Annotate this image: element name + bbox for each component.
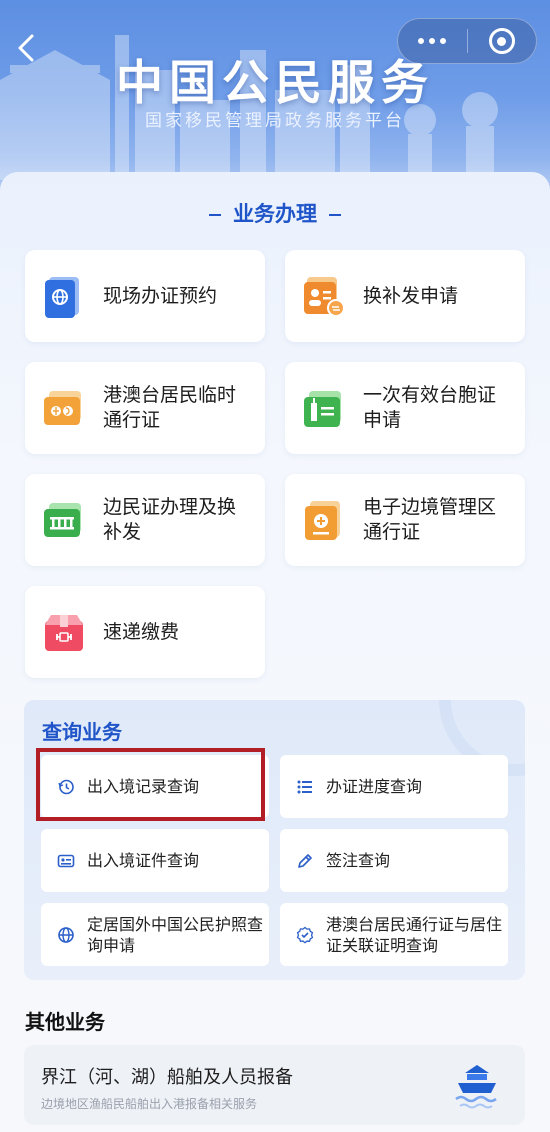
service-label: 现场办证预约: [103, 284, 218, 307]
progress-list-icon: [297, 780, 312, 793]
service-hmt-temporary-permit[interactable]: 港澳台居民临时通行证: [25, 362, 265, 454]
query-label: 定居国外中国公民护照查询申请: [87, 914, 264, 955]
app-subtitle: 国家移民管理局政务服务平台: [145, 111, 405, 131]
service-label: 一次有效台胞证申请: [363, 384, 497, 431]
query-entry-exit-records[interactable]: 出入境记录查询: [41, 755, 269, 818]
package-payment-icon: [45, 615, 83, 651]
verified-badge-icon: [296, 926, 314, 944]
query-overseas-passport[interactable]: 定居国外中国公民护照查询申请: [41, 903, 269, 966]
business-section-label: 业务办理: [233, 202, 317, 226]
query-label: 出入境证件查询: [87, 851, 200, 870]
service-border-resident-card[interactable]: 边民证办理及换补发: [25, 474, 265, 566]
query-endorsement[interactable]: 签注查询: [280, 829, 508, 892]
service-label: 港澳台居民临时通行证: [103, 384, 237, 431]
travel-permit-icon: [44, 391, 81, 425]
id-document-icon: [57, 854, 75, 867]
other-section-title: 其他业务: [25, 1010, 105, 1034]
taiwan-permit-icon: [304, 391, 341, 427]
service-onsite-appointment[interactable]: 现场办证预约: [25, 250, 265, 342]
main-card: 业务办理 现场办证预约 换补发申请 港澳台居民临时通行证 一次有效台胞证申请 边…: [0, 172, 550, 1132]
globe-icon: [58, 926, 74, 943]
ship-icon: [455, 1065, 497, 1109]
query-entry-exit-documents[interactable]: 出入境证件查询: [41, 829, 269, 892]
id-card-exchange-icon: [304, 277, 345, 317]
query-section: 查询业务 出入境记录查询 办证进度查询 出入境证件查询 签注查询 定居国外中国公…: [24, 700, 525, 980]
service-label: 边民证办理及换补发: [103, 496, 237, 543]
other-service-name: 界江（河、湖）船舶及人员报备: [41, 1067, 293, 1088]
border-pass-icon: [305, 501, 340, 540]
app-title: 中国公民服务: [116, 56, 434, 111]
service-label: 速递缴费: [103, 620, 180, 643]
service-express-payment[interactable]: 速递缴费: [25, 586, 265, 678]
service-taiwan-compatriot-permit[interactable]: 一次有效台胞证申请: [285, 362, 525, 454]
query-label: 出入境记录查询: [87, 777, 200, 796]
query-label: 办证进度查询: [326, 777, 423, 796]
title-dash-right: [329, 214, 341, 216]
border-resident-card-icon: [44, 503, 81, 537]
other-service-desc: 边境地区渔船民船舶出入港报备相关服务: [41, 1097, 258, 1111]
query-section-title: 查询业务: [42, 720, 122, 744]
endorsement-pen-icon: [298, 853, 312, 868]
query-label: 签注查询: [326, 851, 391, 870]
passport-globe-icon: [45, 277, 79, 318]
query-processing-progress[interactable]: 办证进度查询: [280, 755, 508, 818]
other-service-vessel-report[interactable]: 界江（河、湖）船舶及人员报备 边境地区渔船民船舶出入港报备相关服务: [24, 1045, 525, 1125]
service-electronic-border-pass[interactable]: 电子边境管理区通行证: [285, 474, 525, 566]
history-clock-icon: [58, 779, 74, 794]
service-label: 电子边境管理区通行证: [363, 496, 497, 543]
service-replacement-application[interactable]: 换补发申请: [285, 250, 525, 342]
query-permit-residence-link[interactable]: 港澳台居民通行证与居住证关联证明查询: [280, 903, 508, 966]
business-section-title: 业务办理: [0, 198, 550, 228]
service-label: 换补发申请: [363, 284, 459, 307]
title-dash-left: [209, 214, 221, 216]
query-label: 港澳台居民通行证与居住证关联证明查询: [326, 914, 503, 955]
